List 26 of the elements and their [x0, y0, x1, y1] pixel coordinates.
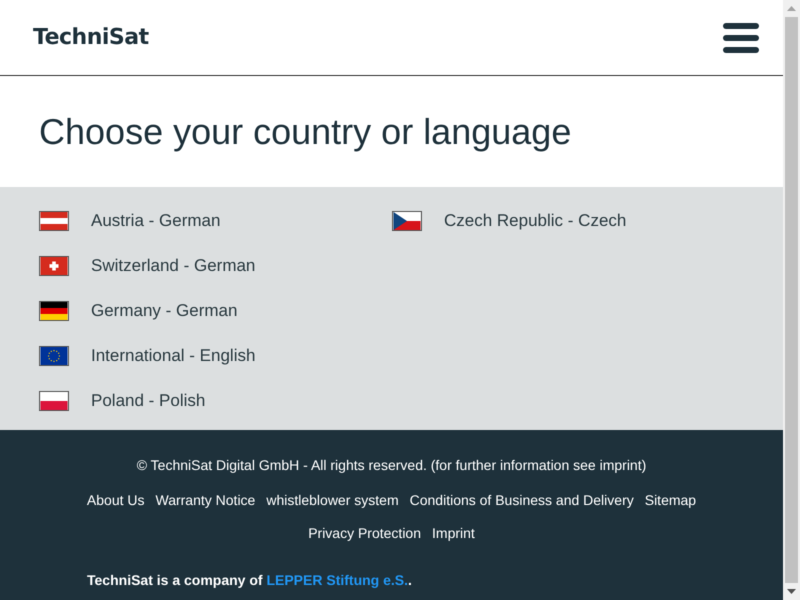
- country-link[interactable]: Germany - German: [39, 288, 392, 333]
- footer-link[interactable]: Warranty Notice: [156, 490, 256, 511]
- flag-icon: [39, 390, 69, 410]
- footer-link[interactable]: About Us: [86, 490, 144, 511]
- flag-icon: [39, 210, 69, 230]
- logo[interactable]: TechniSat: [33, 21, 149, 54]
- page-heading: Choose your country or language: [39, 110, 572, 154]
- scrollbar[interactable]: [783, 0, 800, 600]
- country-link[interactable]: Switzerland - German: [39, 243, 392, 288]
- footer-link[interactable]: whistleblower system: [266, 490, 399, 511]
- foundation-link[interactable]: LEPPER Stiftung e.S.: [266, 572, 408, 588]
- country-link[interactable]: Austria - German: [39, 198, 392, 243]
- country-link[interactable]: Czech Republic - Czech: [392, 198, 745, 243]
- footer-link[interactable]: Imprint: [432, 523, 475, 544]
- flag-icon: [39, 300, 69, 320]
- flag-icon: [39, 256, 69, 276]
- footer-link[interactable]: Conditions of Business and Delivery: [410, 490, 634, 511]
- flag-icon: [39, 346, 69, 366]
- country-link[interactable]: Poland - Polish: [39, 378, 392, 423]
- company-note: TechniSat is a company of LEPPER Stiftung e.S..: [87, 571, 412, 590]
- country-link[interactable]: International - English: [39, 333, 392, 378]
- footer-link[interactable]: Privacy Protection: [308, 523, 422, 544]
- copyright-text: © TechniSat Digital GmbH - All rights reserved. (for further information see imprint): [136, 456, 646, 475]
- footer-link[interactable]: Sitemap: [644, 490, 696, 511]
- menu-icon[interactable]: [723, 22, 759, 52]
- flag-icon: [392, 210, 422, 230]
